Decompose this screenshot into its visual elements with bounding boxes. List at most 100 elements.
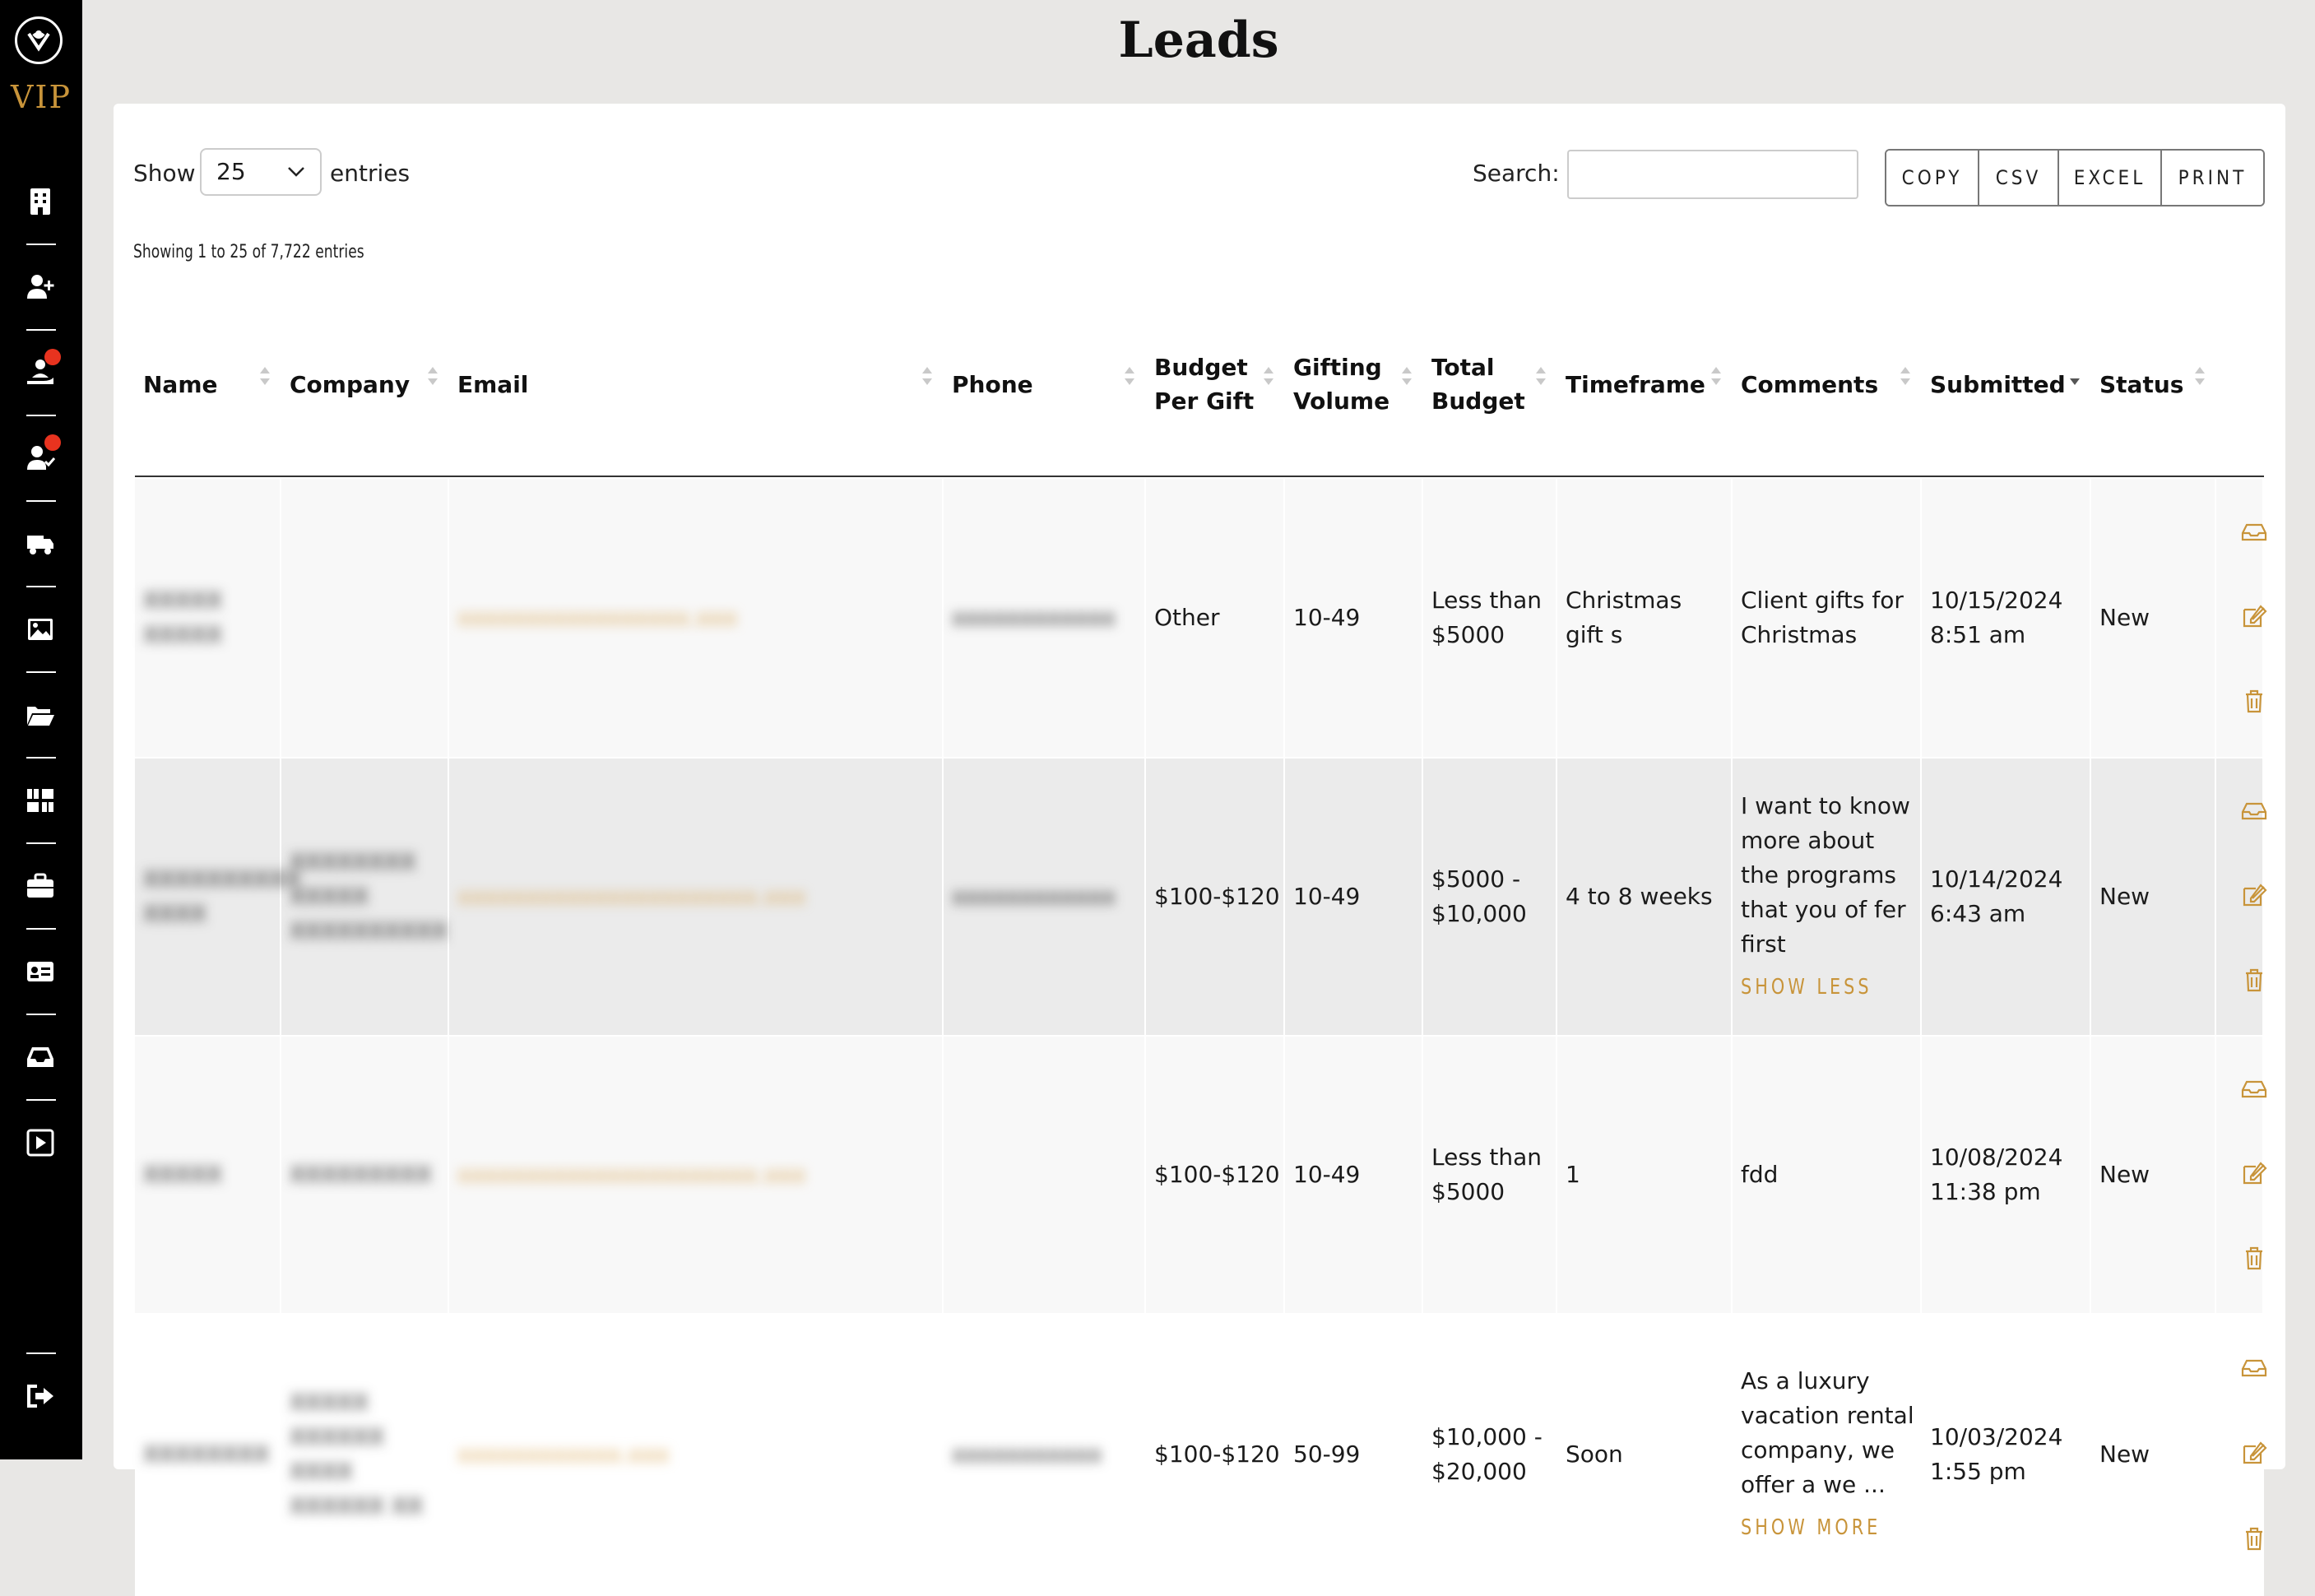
edit-icon[interactable] (2241, 1160, 2267, 1186)
company-text: XXXXX XXXXXX XXXX XXXXXX XX (290, 1389, 424, 1519)
trash-icon[interactable] (2241, 967, 2267, 993)
trash-icon[interactable] (2241, 688, 2267, 714)
edit-icon[interactable] (2241, 603, 2267, 629)
cell-timeframe: Christmas gift s (1557, 479, 1733, 757)
submitted-text: 10/08/2024 11:38 pm (1930, 1144, 2063, 1205)
column-header-label: Gifting Volume (1293, 354, 1390, 415)
sidebar-divider (26, 928, 56, 930)
inbox-icon[interactable] (2241, 1354, 2267, 1380)
column-header-email[interactable]: Email (449, 293, 944, 477)
cell-total-budget: $10,000 - $20,000 (1423, 1315, 1557, 1594)
column-header-label: Timeframe (1566, 370, 1705, 398)
inbox-icon[interactable] (2241, 797, 2267, 824)
cell-name: XXXXXXXXXX XXXX (135, 759, 301, 1035)
cell-total-budget: $5000 - $10,000 (1423, 759, 1557, 1035)
cell-company: XXXXXXXXX (281, 1037, 449, 1313)
sidebar-divider (26, 1352, 56, 1354)
comments-text: Client gifts for Christmas (1741, 587, 1904, 648)
page-length-select[interactable]: 25 (200, 148, 322, 196)
gifting-volume-text: 10-49 (1293, 883, 1361, 910)
timeframe-text: Soon (1566, 1441, 1623, 1468)
gifts-icon[interactable] (21, 782, 59, 819)
cell-email: xxxxxxxxxxxxxxxxx.xxx (449, 479, 944, 757)
truck-icon[interactable] (21, 525, 59, 563)
play-square-icon[interactable] (21, 1124, 59, 1162)
notification-badge (44, 349, 61, 365)
export-buttons: COPY CSV EXCEL PRINT (1885, 149, 2265, 206)
status-text: New (2099, 604, 2150, 631)
cell-company: XXXXXXXX XXXXX XXXXXXXXXX (281, 759, 449, 1035)
name-text: XXXXX XXXXX (143, 587, 222, 648)
column-header-budget-per-gift[interactable]: Budget Per Gift (1146, 293, 1285, 477)
budget-per-gift-text: Other (1154, 604, 1220, 631)
budget-per-gift-text: $100-$120 (1154, 1441, 1280, 1468)
budget-per-gift-text: $100-$120 (1154, 1161, 1280, 1188)
column-header-total-budget[interactable]: Total Budget (1423, 293, 1557, 477)
name-text: XXXXXXXXXX XXXX (143, 865, 301, 927)
timeframe-text: Christmas gift s (1566, 587, 1682, 648)
cell-submitted: 10/14/2024 6:43 am (1922, 759, 2091, 1035)
cell-name: XXXXXXXX (135, 1315, 281, 1594)
copy-button[interactable]: COPY (1886, 151, 1979, 205)
folder-open-icon[interactable] (21, 696, 59, 734)
logout-icon[interactable] (21, 1377, 59, 1415)
inbox-icon[interactable] (2241, 518, 2267, 545)
cell-actions (2216, 1037, 2267, 1313)
total-budget-text: $5000 - $10,000 (1431, 865, 1527, 927)
cell-actions (2216, 479, 2267, 757)
gifting-volume-text: 10-49 (1293, 604, 1361, 631)
sort-icon (1125, 365, 1134, 390)
show-more-link[interactable]: SHOW MORE (1741, 1510, 1881, 1545)
trash-icon[interactable] (2241, 1245, 2267, 1271)
total-budget-text: Less than $5000 (1431, 1144, 1543, 1205)
column-header-name[interactable]: Name (135, 293, 281, 477)
phone-text: xxxxxxxxxxxx (952, 883, 1116, 910)
column-header-label: Phone (952, 370, 1033, 398)
cell-actions (2216, 1315, 2267, 1594)
column-header-submitted[interactable]: Submitted (1922, 293, 2091, 477)
sort-icon (1711, 365, 1721, 390)
column-header-comments[interactable]: Comments (1733, 293, 1922, 477)
cell-company (281, 479, 449, 757)
sort-icon (2195, 365, 2205, 390)
column-header-company[interactable]: Company (281, 293, 449, 477)
id-card-icon[interactable] (21, 953, 59, 991)
print-button[interactable]: PRINT (2162, 151, 2263, 205)
cell-gifting-volume: 10-49 (1285, 479, 1423, 757)
sort-icon (1536, 365, 1546, 390)
column-header-phone[interactable]: Phone (944, 293, 1146, 477)
column-header-status[interactable]: Status (2091, 293, 2216, 477)
sidebar-divider (26, 757, 56, 759)
inbox-icon[interactable] (21, 1038, 59, 1076)
page-length-value: 25 (216, 158, 246, 185)
cell-name: XXXXX XXXXX (135, 479, 281, 757)
submitted-text: 10/15/2024 8:51 am (1930, 587, 2063, 648)
show-less-link[interactable]: SHOW LESS (1741, 970, 1879, 1004)
edit-icon[interactable] (2241, 1440, 2267, 1466)
column-header-label: Comments (1741, 370, 1879, 398)
edit-icon[interactable] (2241, 882, 2267, 908)
sidebar-divider (26, 842, 56, 844)
inbox-icon[interactable] (2241, 1075, 2267, 1102)
cell-budget-per-gift: $100-$120 (1146, 759, 1285, 1035)
user-check-icon[interactable] (21, 434, 61, 477)
cell-timeframe: Soon (1557, 1315, 1733, 1594)
show-label: Show (133, 160, 196, 187)
cell-status: New (2091, 759, 2216, 1035)
csv-button[interactable]: CSV (1979, 151, 2059, 205)
sidebar-divider (26, 415, 56, 416)
add-user-icon[interactable] (21, 268, 59, 306)
timeframe-text: 1 (1566, 1161, 1580, 1188)
building-icon[interactable] (21, 183, 59, 220)
hand-user-icon[interactable] (21, 349, 61, 392)
column-header-gifting-volume[interactable]: Gifting Volume (1285, 293, 1423, 477)
brand-logo-icon[interactable] (15, 16, 63, 64)
brand-logo-text: VIP (10, 79, 72, 115)
briefcase-icon[interactable] (21, 867, 59, 905)
search-input[interactable] (1567, 150, 1858, 199)
column-header-timeframe[interactable]: Timeframe (1557, 293, 1733, 477)
trash-icon[interactable] (2241, 1525, 2267, 1552)
image-icon[interactable] (21, 610, 59, 648)
email-text: xxxxxxxxxxxx.xxx (457, 1441, 670, 1468)
excel-button[interactable]: EXCEL (2059, 151, 2162, 205)
